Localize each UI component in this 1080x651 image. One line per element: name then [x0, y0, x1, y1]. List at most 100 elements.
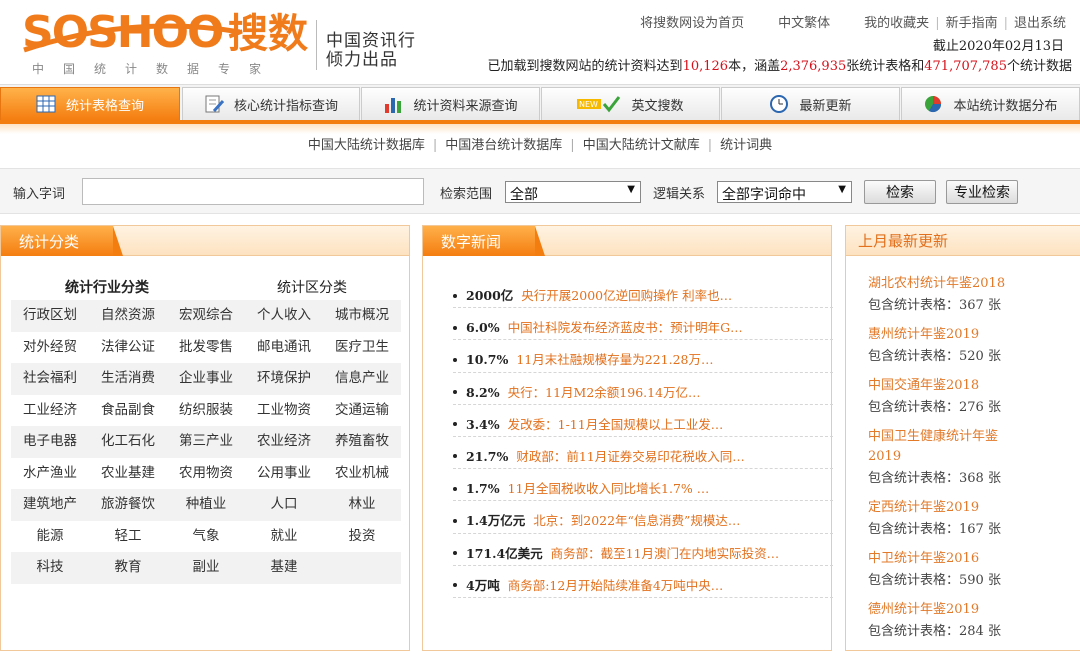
category-item[interactable]: 林业 [323, 489, 401, 521]
news-item[interactable]: 1.7% 11月全国税收收入同比增长1.7% … [453, 469, 833, 502]
favorites-link[interactable]: 我的收藏夹 [864, 16, 929, 31]
category-item[interactable]: 宏观综合 [167, 300, 245, 332]
category-item[interactable]: 就业 [245, 521, 323, 553]
link-separator: | [432, 138, 438, 153]
category-item[interactable]: 个人收入 [245, 300, 323, 332]
category-item[interactable]: 法律公证 [89, 332, 167, 364]
news-item[interactable]: 21.7% 财政部：前11月证券交易印花税收入同… [453, 437, 833, 470]
category-item[interactable]: 第三产业 [167, 426, 245, 458]
news-headline-link[interactable]: 商务部:12月开始陆续准备4万吨中央… [508, 578, 724, 593]
category-item[interactable]: 副业 [167, 552, 245, 584]
category-item[interactable]: 信息产业 [323, 363, 401, 395]
industry-category-header[interactable]: 统计行业分类 [65, 277, 149, 297]
category-item[interactable]: 种植业 [167, 489, 245, 521]
mainland-db-link[interactable]: 中国大陆统计数据库 [308, 138, 425, 153]
update-title-link[interactable]: 德州统计年鉴2019 [868, 600, 1018, 620]
search-button[interactable]: 检索 [864, 180, 936, 204]
update-title-link[interactable]: 湖北农村统计年鉴2018 [868, 274, 1018, 294]
category-item[interactable]: 投资 [323, 521, 401, 553]
category-item[interactable]: 电子电器 [11, 426, 89, 458]
news-item[interactable]: 8.2% 央行：11月M2余额196.14万亿… [453, 373, 833, 405]
news-item[interactable]: 10.7% 11月末社融规模存量为221.28万… [453, 340, 833, 373]
tab-english-search[interactable]: NEW 英文搜数 [541, 87, 720, 120]
category-item[interactable]: 能源 [11, 521, 89, 553]
category-item[interactable]: 交通运输 [323, 395, 401, 427]
category-item[interactable]: 对外经贸 [11, 332, 89, 364]
news-item[interactable]: 2000亿 央行开展2000亿逆回购操作 利率也… [453, 276, 833, 309]
category-item[interactable]: 教育 [89, 552, 167, 584]
category-item[interactable]: 化工石化 [89, 426, 167, 458]
stats-suffix: 个统计数据 [1006, 59, 1072, 74]
news-headline-link[interactable]: 央行：11月M2余额196.14万亿… [508, 385, 701, 400]
tab-data-distribution[interactable]: 本站统计数据分布 [901, 87, 1080, 120]
update-title-link[interactable]: 定西统计年鉴2019 [868, 498, 1018, 518]
category-item[interactable]: 农业经济 [245, 426, 323, 458]
update-title-link[interactable]: 中卫统计年鉴2016 [868, 549, 1018, 569]
logic-select[interactable]: 全部字词命中 ▼ [717, 181, 852, 203]
news-headline-link[interactable]: 央行开展2000亿逆回购操作 利率也… [521, 288, 732, 303]
region-category-header[interactable]: 统计区分类 [277, 277, 347, 297]
literature-db-link[interactable]: 中国大陆统计文献库 [583, 138, 700, 153]
category-item[interactable]: 旅游餐饮 [89, 489, 167, 521]
category-item[interactable]: 企业事业 [167, 363, 245, 395]
tab-latest-updates[interactable]: 最新更新 [721, 87, 900, 120]
logout-link[interactable]: 退出系统 [1014, 16, 1066, 31]
news-headline-link[interactable]: 财政部：前11月证券交易印花税收入同… [516, 449, 744, 464]
site-logo[interactable]: SOSHOO 搜数 中国统计数据专家 [22, 10, 312, 77]
beginner-guide-link[interactable]: 新手指南 [946, 16, 998, 31]
tab-source-query[interactable]: 统计资料来源查询 [361, 87, 540, 120]
category-item[interactable]: 社会福利 [11, 363, 89, 395]
news-value: 6.0% [466, 320, 500, 336]
update-title-link[interactable]: 中国卫生健康统计年鉴2019 [868, 427, 1018, 467]
news-headline-link[interactable]: 商务部：截至11月澳门在内地实际投资… [551, 546, 779, 561]
category-item[interactable]: 邮电通讯 [245, 332, 323, 364]
category-item[interactable]: 人口 [245, 489, 323, 521]
category-item[interactable]: 生活消费 [89, 363, 167, 395]
category-item[interactable]: 批发零售 [167, 332, 245, 364]
category-item[interactable]: 医疗卫生 [323, 332, 401, 364]
news-item[interactable]: 1.4万亿元 北京：到2022年“信息消费”规模达… [453, 501, 833, 534]
category-item[interactable]: 农业机械 [323, 458, 401, 490]
advanced-search-button[interactable]: 专业检索 [946, 180, 1018, 204]
scope-select[interactable]: 全部 ▼ [505, 181, 641, 203]
category-item[interactable]: 养殖畜牧 [323, 426, 401, 458]
update-title-link[interactable]: 中国交通年鉴2018 [868, 376, 1018, 396]
category-item[interactable]: 城市概况 [323, 300, 401, 332]
update-table-count: 包含统计表格：368 张 [868, 471, 1001, 486]
news-item[interactable]: 6.0% 中国社科院发布经济蓝皮书：预计明年G… [453, 308, 833, 341]
bullet-icon [453, 293, 457, 298]
category-item[interactable]: 水产渔业 [11, 458, 89, 490]
category-item[interactable]: 轻工 [89, 521, 167, 553]
category-item[interactable]: 食品副食 [89, 395, 167, 427]
update-title-link[interactable]: 惠州统计年鉴2019 [868, 325, 1018, 345]
tab-core-indicator-query[interactable]: 核心统计指标查询 [182, 87, 360, 120]
news-item[interactable]: 4万吨 商务部:12月开始陆续准备4万吨中央… [453, 566, 833, 598]
category-item[interactable]: 自然资源 [89, 300, 167, 332]
category-item[interactable]: 公用事业 [245, 458, 323, 490]
category-item[interactable]: 工业物资 [245, 395, 323, 427]
news-headline-link[interactable]: 北京：到2022年“信息消费”规模达… [533, 513, 740, 528]
category-item[interactable]: 纺织服装 [167, 395, 245, 427]
category-item[interactable]: 工业经济 [11, 395, 89, 427]
category-item[interactable]: 气象 [167, 521, 245, 553]
set-homepage-link[interactable]: 将搜数网设为首页 [640, 16, 744, 31]
category-item[interactable]: 基建 [245, 552, 323, 584]
news-headline-link[interactable]: 发改委：1-11月全国规模以上工业发… [508, 417, 724, 432]
news-headline-link[interactable]: 11月末社融规模存量为221.28万… [516, 352, 713, 367]
tab-table-query[interactable]: 统计表格查询 [0, 87, 180, 120]
traditional-chinese-link[interactable]: 中文繁体 [778, 16, 830, 31]
news-item[interactable]: 171.4亿美元 商务部：截至11月澳门在内地实际投资… [453, 534, 833, 566]
category-item[interactable]: 环境保护 [245, 363, 323, 395]
update-table-count: 包含统计表格：276 张 [868, 400, 1001, 415]
hk-tw-db-link[interactable]: 中国港台统计数据库 [445, 138, 562, 153]
news-item[interactable]: 3.4% 发改委：1-11月全国规模以上工业发… [453, 405, 833, 437]
stat-dictionary-link[interactable]: 统计词典 [720, 138, 772, 153]
category-item[interactable]: 农业基建 [89, 458, 167, 490]
category-item[interactable]: 行政区划 [11, 300, 89, 332]
news-headline-link[interactable]: 11月全国税收收入同比增长1.7% … [508, 481, 710, 496]
keyword-input[interactable] [82, 178, 424, 205]
category-item[interactable]: 农用物资 [167, 458, 245, 490]
news-headline-link[interactable]: 中国社科院发布经济蓝皮书：预计明年G… [508, 320, 743, 335]
category-item[interactable]: 建筑地产 [11, 489, 89, 521]
category-item[interactable]: 科技 [11, 552, 89, 584]
